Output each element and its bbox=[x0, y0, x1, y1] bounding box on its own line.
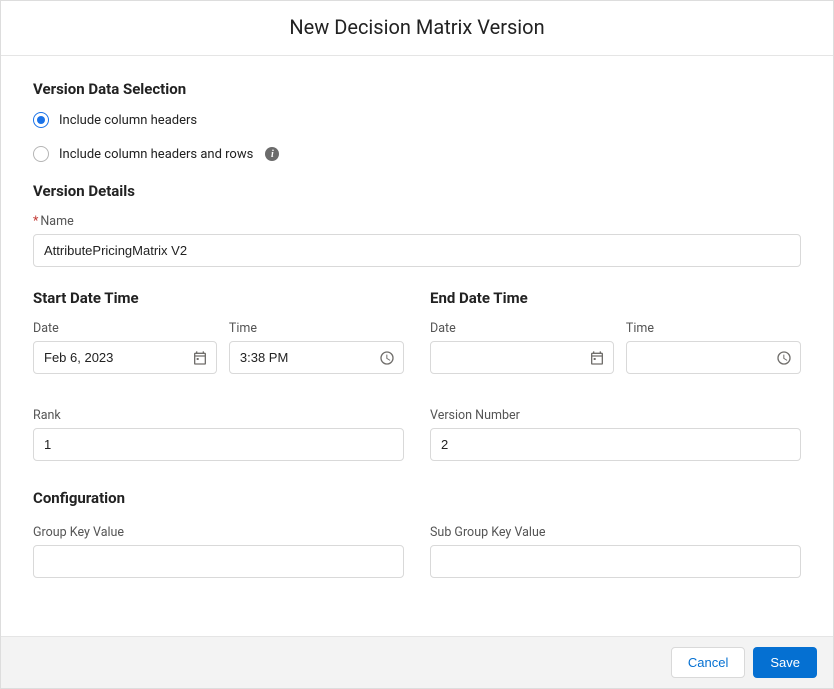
version-number-input[interactable] bbox=[430, 428, 801, 461]
required-star: * bbox=[33, 214, 38, 229]
start-date-time-heading: Start Date Time bbox=[33, 289, 404, 307]
end-date-time-heading: End Date Time bbox=[430, 289, 801, 307]
radio-include-headers-and-rows[interactable]: Include column headers and rows i bbox=[33, 146, 801, 162]
group-key-value-input[interactable] bbox=[33, 545, 404, 578]
rank-label: Rank bbox=[33, 408, 404, 423]
group-key-value-label: Group Key Value bbox=[33, 525, 404, 540]
end-date-time-section: End Date Time Date Time bbox=[430, 289, 801, 374]
radio-include-headers[interactable]: Include column headers bbox=[33, 112, 801, 128]
start-date-time-section: Start Date Time Date Time bbox=[33, 289, 404, 374]
group-key-value-field: Group Key Value bbox=[33, 525, 404, 578]
modal-title: New Decision Matrix Version bbox=[1, 15, 833, 39]
start-time-label: Time bbox=[229, 321, 404, 336]
version-number-label: Version Number bbox=[430, 408, 801, 423]
new-decision-matrix-modal: New Decision Matrix Version Version Data… bbox=[0, 0, 834, 689]
name-field: *Name bbox=[33, 214, 801, 267]
cancel-button[interactable]: Cancel bbox=[671, 647, 745, 678]
end-date-input[interactable] bbox=[430, 341, 614, 374]
sub-group-key-value-input[interactable] bbox=[430, 545, 801, 578]
radio-icon bbox=[33, 146, 49, 162]
modal-header: New Decision Matrix Version bbox=[1, 1, 833, 56]
radio-label: Include column headers bbox=[59, 113, 197, 128]
name-input[interactable] bbox=[33, 234, 801, 267]
name-label-text: Name bbox=[40, 214, 73, 229]
start-date-label: Date bbox=[33, 321, 217, 336]
radio-label: Include column headers and rows bbox=[59, 147, 253, 162]
version-data-selection-heading: Version Data Selection bbox=[33, 80, 801, 98]
version-details-heading: Version Details bbox=[33, 182, 801, 200]
radio-icon bbox=[33, 112, 49, 128]
start-date-input[interactable] bbox=[33, 341, 217, 374]
rank-input[interactable] bbox=[33, 428, 404, 461]
version-data-radio-group: Include column headers Include column he… bbox=[33, 112, 801, 162]
version-number-field: Version Number bbox=[430, 408, 801, 461]
end-time-input[interactable] bbox=[626, 341, 801, 374]
rank-field: Rank bbox=[33, 408, 404, 461]
configuration-heading: Configuration bbox=[33, 489, 801, 507]
sub-group-key-value-field: Sub Group Key Value bbox=[430, 525, 801, 578]
end-date-label: Date bbox=[430, 321, 614, 336]
sub-group-key-value-label: Sub Group Key Value bbox=[430, 525, 801, 540]
name-label: *Name bbox=[33, 214, 801, 229]
start-time-input[interactable] bbox=[229, 341, 404, 374]
modal-footer: Cancel Save bbox=[1, 636, 833, 688]
info-icon[interactable]: i bbox=[265, 147, 279, 161]
modal-body: Version Data Selection Include column he… bbox=[1, 56, 833, 636]
save-button[interactable]: Save bbox=[753, 647, 817, 678]
end-time-label: Time bbox=[626, 321, 801, 336]
